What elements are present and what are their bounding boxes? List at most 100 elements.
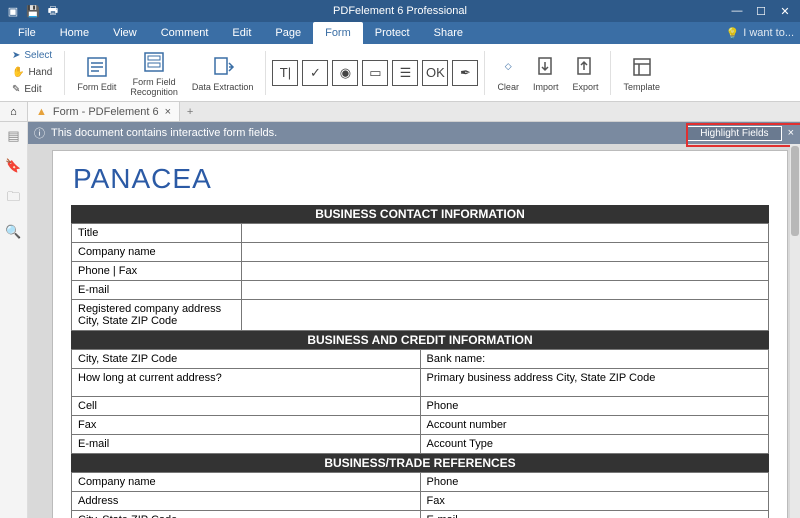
title-bar: ▣ 💾 🖶 PDFelement 6 Professional — ☐ ✕ [0, 0, 800, 22]
export-icon [574, 56, 596, 78]
vertical-scrollbar[interactable] [790, 144, 800, 518]
import-button[interactable]: Import [527, 50, 565, 96]
info-message: This document contains interactive form … [51, 127, 681, 139]
lightbulb-icon: 💡 [726, 27, 740, 40]
form-field[interactable] [242, 281, 769, 300]
form-field[interactable] [242, 224, 769, 243]
clear-button[interactable]: ◇ Clear [491, 50, 525, 96]
table-row: Company name [72, 243, 769, 262]
search-help-label: I want to... [743, 27, 794, 39]
table-row: E-mailAccount Type [72, 435, 769, 454]
app-logo-icon: ▣ [6, 4, 20, 18]
tab-home[interactable]: Home [48, 22, 101, 44]
search-help[interactable]: 💡 I want to... [726, 27, 794, 40]
combobox-tool[interactable]: ▭ [362, 60, 388, 86]
separator [610, 51, 611, 95]
highlight-fields-button[interactable]: Highlight Fields [687, 126, 781, 141]
tab-protect[interactable]: Protect [363, 22, 422, 44]
save-icon[interactable]: 💾 [26, 4, 40, 18]
search-panel-icon[interactable]: 🔍 [5, 224, 21, 240]
document-tab-label: Form - PDFelement 6 [53, 106, 159, 118]
hand-icon: ✋ [12, 67, 24, 78]
tab-file[interactable]: File [6, 22, 48, 44]
listbox-tool[interactable]: ☰ [392, 60, 418, 86]
edit-tool[interactable]: ✎Edit [12, 82, 52, 98]
tab-form[interactable]: Form [313, 22, 363, 44]
form-field[interactable] [242, 262, 769, 281]
data-extraction-button[interactable]: Data Extraction [186, 50, 260, 96]
close-button[interactable]: ✕ [774, 5, 796, 18]
radio-tool[interactable]: ◉ [332, 60, 358, 86]
app-title: PDFelement 6 Professional [333, 5, 467, 17]
hand-tool[interactable]: ✋Hand [12, 65, 52, 81]
signature-tool[interactable]: ✒ [452, 60, 478, 86]
minimize-button[interactable]: — [726, 5, 748, 18]
text-field-tool[interactable]: T| [272, 60, 298, 86]
thumbnails-icon[interactable]: ▤ [7, 128, 19, 144]
scrollbar-thumb[interactable] [791, 146, 799, 236]
table-row: Phone | Fax [72, 262, 769, 281]
table-row: City, State ZIP CodeE-mail [72, 511, 769, 518]
left-sidebar: ▤ 🔖 🗀 🔍 [0, 122, 28, 518]
table-row: Company namePhone [72, 473, 769, 492]
tab-page[interactable]: Page [263, 22, 313, 44]
home-tab-button[interactable]: ⌂ [0, 102, 28, 121]
checkbox-tool[interactable]: ✓ [302, 60, 328, 86]
pencil-icon: ✎ [12, 84, 20, 95]
field-type-tools: T| ✓ ◉ ▭ ☰ OK ✒ [272, 60, 478, 86]
document-logo: PANACEA [73, 163, 769, 195]
eraser-icon: ◇ [505, 53, 512, 81]
section-header: BUSINESS/TRADE REFERENCES [71, 454, 769, 472]
table-row: City, State ZIP CodeBank name: [72, 350, 769, 369]
select-tool[interactable]: ➤Select [12, 48, 52, 64]
form-recognition-icon [142, 50, 166, 74]
section3-table: Company namePhone AddressFax City, State… [71, 472, 769, 518]
warning-icon: ▲ [36, 106, 47, 118]
separator [484, 51, 485, 95]
tab-view[interactable]: View [101, 22, 149, 44]
print-icon[interactable]: 🖶 [46, 4, 60, 18]
button-tool[interactable]: OK [422, 60, 448, 86]
table-row: Title [72, 224, 769, 243]
tab-comment[interactable]: Comment [149, 22, 221, 44]
close-infobar-button[interactable]: × [788, 127, 794, 139]
template-button[interactable]: Template [617, 50, 666, 96]
form-field[interactable] [242, 300, 769, 331]
info-icon: ⓘ [34, 125, 45, 141]
table-row: How long at current address?Primary busi… [72, 369, 769, 397]
signature-icon: ✒ [460, 65, 471, 81]
add-tab-button[interactable]: + [180, 102, 200, 121]
form-field[interactable] [242, 243, 769, 262]
tab-edit[interactable]: Edit [220, 22, 263, 44]
close-tab-button[interactable]: × [165, 106, 171, 118]
table-row: Registered company address City, State Z… [72, 300, 769, 331]
form-edit-button[interactable]: Form Edit [71, 50, 122, 96]
document-canvas[interactable]: ⓘ This document contains interactive for… [28, 122, 800, 518]
export-button[interactable]: Export [566, 50, 604, 96]
cursor-icon: ➤ [12, 50, 20, 61]
bookmarks-icon[interactable]: 🔖 [5, 158, 21, 174]
template-icon [631, 56, 653, 78]
table-row: AddressFax [72, 492, 769, 511]
document-tab[interactable]: ▲ Form - PDFelement 6 × [28, 102, 180, 121]
work-area: ▤ 🔖 🗀 🔍 ⓘ This document contains interac… [0, 122, 800, 518]
tab-share[interactable]: Share [422, 22, 475, 44]
home-icon: ⌂ [10, 106, 17, 118]
maximize-button[interactable]: ☐ [750, 5, 772, 18]
document-tab-bar: ⌂ ▲ Form - PDFelement 6 × + [0, 102, 800, 122]
section2-table: City, State ZIP CodeBank name: How long … [71, 349, 769, 454]
data-extraction-icon [211, 55, 235, 79]
separator [64, 51, 65, 95]
section-header: BUSINESS AND CREDIT INFORMATION [71, 331, 769, 349]
section1-table: Title Company name Phone | Fax E-mail Re… [71, 223, 769, 331]
table-row: FaxAccount number [72, 416, 769, 435]
form-field-recognition-button[interactable]: Form Field Recognition [124, 45, 184, 101]
menu-bar: File Home View Comment Edit Page Form Pr… [0, 22, 800, 44]
form-edit-icon [85, 55, 109, 79]
info-bar: ⓘ This document contains interactive for… [28, 122, 800, 144]
attachments-icon[interactable]: 🗀 [7, 188, 20, 210]
ribbon: ➤Select ✋Hand ✎Edit Form Edit Form Field… [0, 44, 800, 102]
separator [265, 51, 266, 95]
quick-tools: ➤Select ✋Hand ✎Edit [6, 46, 58, 100]
pdf-page: PANACEA BUSINESS CONTACT INFORMATION Tit… [52, 150, 788, 518]
